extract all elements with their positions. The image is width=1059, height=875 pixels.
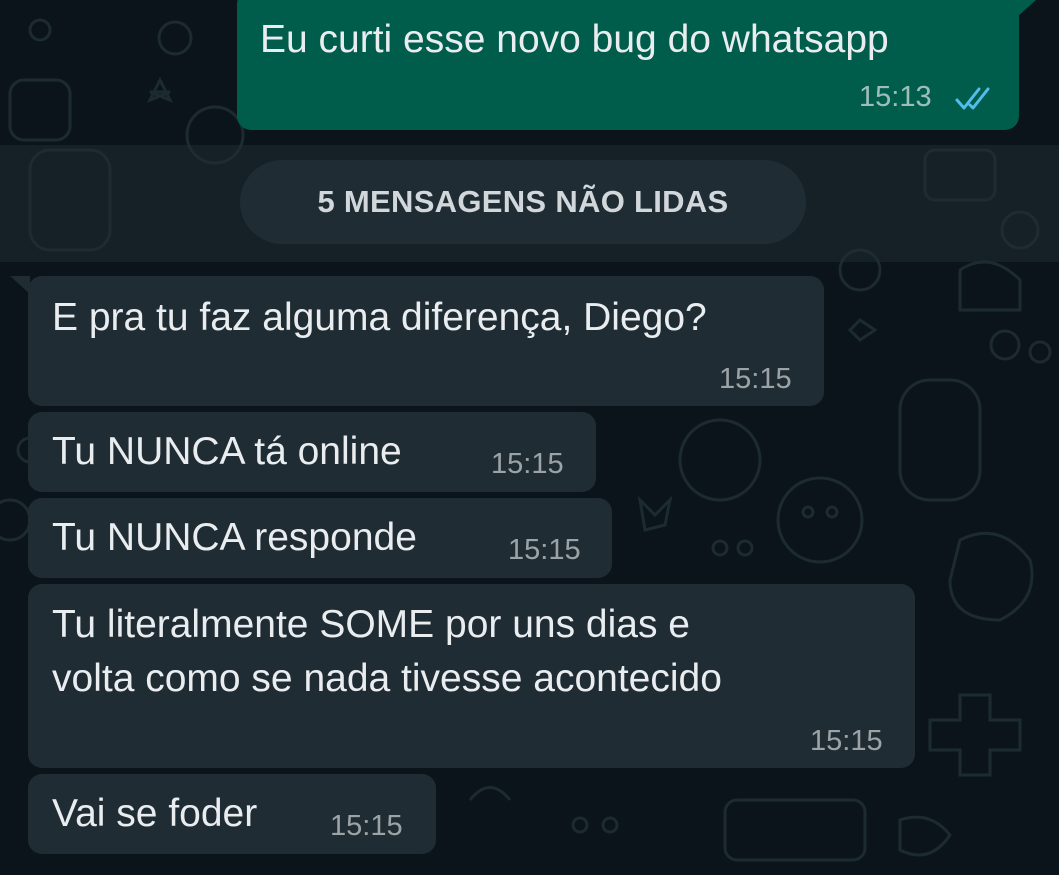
- incoming-message-bubble[interactable]: Tu NUNCA responde 15:15: [28, 498, 612, 578]
- message-text: Eu curti esse novo bug do whatsapp: [260, 18, 889, 61]
- double-check-icon: [955, 86, 997, 112]
- message-time: 15:13: [859, 81, 932, 113]
- incoming-message-bubble[interactable]: Tu literalmente SOME por uns dias e volt…: [28, 584, 915, 768]
- message-text: Tu NUNCA tá online: [52, 430, 402, 473]
- message-text: Tu NUNCA responde: [52, 516, 417, 559]
- incoming-message-bubble[interactable]: E pra tu faz alguma diferença, Diego? 15…: [28, 276, 824, 406]
- message-time: 15:15: [719, 363, 792, 395]
- message-text: E pra tu faz alguma diferença, Diego?: [52, 296, 707, 339]
- unread-messages-banner: 5 MENSAGENS NÃO LIDAS: [240, 160, 806, 244]
- message-time: 15:15: [491, 448, 564, 480]
- message-text: volta como se nada tivesse acontecido: [52, 657, 722, 700]
- incoming-bubble-tail: [10, 276, 30, 294]
- outgoing-bubble-tail: [1016, 0, 1036, 18]
- message-time: 15:15: [810, 725, 883, 757]
- message-text: Tu literalmente SOME por uns dias e: [52, 603, 690, 646]
- incoming-message-bubble[interactable]: Tu NUNCA tá online 15:15: [28, 412, 596, 492]
- incoming-message-bubble[interactable]: Vai se foder 15:15: [28, 774, 436, 854]
- outgoing-message-bubble[interactable]: Eu curti esse novo bug do whatsapp 15:13: [237, 0, 1019, 130]
- message-time: 15:15: [508, 534, 581, 566]
- unread-messages-label: 5 MENSAGENS NÃO LIDAS: [317, 184, 729, 219]
- message-text: Vai se foder: [52, 792, 258, 835]
- message-time: 15:15: [330, 810, 403, 842]
